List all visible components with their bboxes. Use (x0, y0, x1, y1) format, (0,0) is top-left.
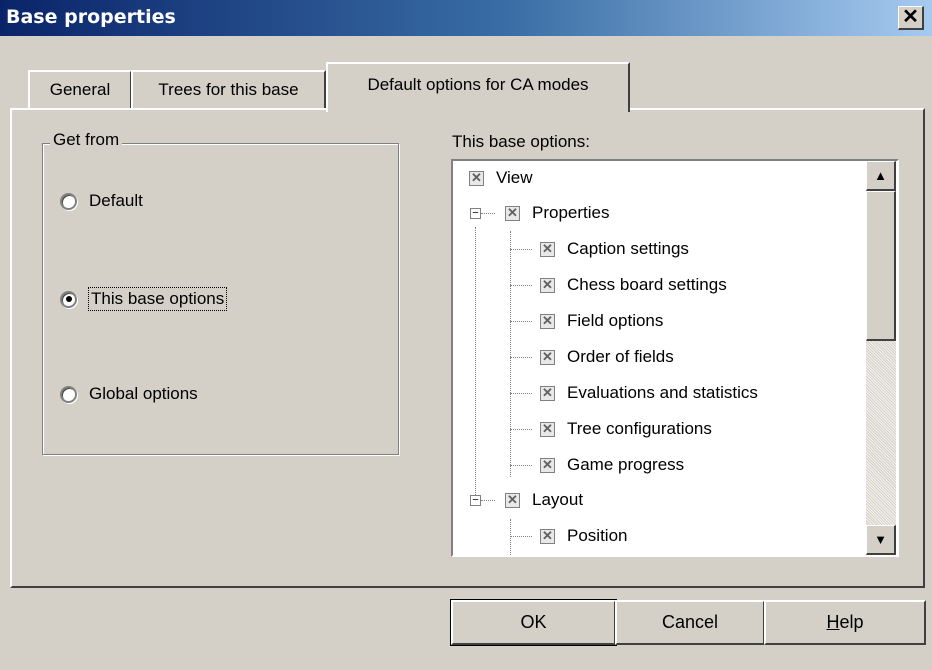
radio-button[interactable] (60, 192, 77, 210)
tree-line (510, 321, 532, 322)
collapse-icon[interactable]: − (470, 208, 481, 219)
radio-button[interactable] (60, 385, 77, 403)
window-title: Base properties (6, 6, 176, 28)
tree-line (481, 213, 495, 214)
radio-selected-dot (65, 296, 72, 302)
tree-item-label: Properties (532, 203, 610, 222)
tree-item-order-of-fields[interactable]: ✕ Order of fields (540, 340, 674, 374)
tab-label: Trees for this base (158, 80, 299, 99)
tree-item-caption-settings[interactable]: ✕ Caption settings (540, 232, 689, 266)
tab-label: General (49, 80, 111, 99)
tree-line (510, 519, 511, 555)
ok-button[interactable]: OK (450, 599, 617, 646)
tree-item-field-options[interactable]: ✕ Field options (540, 304, 663, 338)
radio-label: Default (89, 191, 143, 210)
checkbox-icon[interactable]: ✕ (540, 457, 555, 473)
tree-item-label: Chess board settings (567, 275, 727, 294)
tree-line (510, 465, 532, 466)
tab-label: Default options for CA modes (367, 75, 589, 94)
radio-label: This base options (87, 287, 228, 311)
tab-default-options-ca-modes[interactable]: Default options for CA modes (326, 62, 630, 112)
tree-line (475, 227, 476, 497)
tree-line (510, 231, 511, 477)
help-button-mnemonic: H (826, 612, 840, 632)
arrow-up-icon: ▲ (874, 168, 887, 183)
scroll-up-button[interactable]: ▲ (866, 161, 896, 191)
cancel-button[interactable]: Cancel (615, 600, 765, 645)
tree-item-label: Layout (532, 490, 584, 509)
close-button[interactable]: ✕ (898, 6, 924, 30)
checkbox-icon[interactable]: ✕ (540, 385, 555, 401)
tree-item-properties[interactable]: ✕ Properties (505, 196, 609, 230)
tree-scrollbar[interactable]: ▲ ▼ (866, 161, 896, 555)
checkbox-icon[interactable]: ✕ (540, 528, 555, 544)
checkbox-icon[interactable]: ✕ (540, 349, 555, 365)
tree-line (510, 429, 532, 430)
tree-item-game-progress[interactable]: ✕ Game progress (540, 448, 684, 482)
tree-item-position[interactable]: ✕ Position (540, 519, 627, 553)
checkbox-icon[interactable]: ✕ (505, 492, 520, 508)
tab-general[interactable]: General (28, 70, 132, 110)
checkbox-icon[interactable]: ✕ (505, 205, 520, 221)
tree-item-tree-configurations[interactable]: ✕ Tree configurations (540, 412, 712, 446)
tree-item-layout[interactable]: ✕ Layout (505, 483, 583, 517)
options-tree-label: This base options: (452, 132, 590, 151)
checkbox-icon[interactable]: ✕ (540, 421, 555, 437)
tree-line (510, 285, 532, 286)
tree-item-label: Position (567, 526, 628, 545)
tree-item-label: Field options (567, 311, 664, 330)
radio-label: Global options (89, 384, 198, 403)
collapse-icon[interactable]: − (470, 495, 481, 506)
tree-item-label: Caption settings (567, 239, 689, 258)
ok-button-label: OK (520, 612, 547, 632)
tree-line (510, 536, 532, 537)
cancel-button-label: Cancel (661, 612, 719, 632)
checkbox-icon[interactable]: ✕ (469, 170, 484, 186)
scroll-down-button[interactable]: ▼ (866, 525, 896, 555)
radio-button[interactable] (60, 290, 77, 308)
options-tree[interactable]: − − ✕ View ✕ Properties ✕ Caption settin… (451, 159, 899, 557)
tree-item-chess-board-settings[interactable]: ✕ Chess board settings (540, 268, 727, 302)
checkbox-icon[interactable]: ✕ (540, 277, 555, 293)
get-from-title: Get from (50, 130, 123, 150)
tree-item-label: Tree configurations (567, 419, 712, 438)
tree-line (510, 393, 532, 394)
radio-global-options[interactable]: Global options (60, 379, 198, 409)
tree-item-label: Game progress (567, 455, 685, 474)
tree-item-label: Evaluations and statistics (567, 383, 758, 402)
tree-item-label: Order of fields (567, 347, 674, 366)
title-bar: Base properties ✕ (0, 0, 932, 36)
tree-item-evaluations-and-statistics[interactable]: ✕ Evaluations and statistics (540, 376, 758, 410)
radio-this-base-options[interactable]: This base options (60, 284, 228, 314)
scroll-thumb[interactable] (866, 191, 896, 341)
tree-item-view[interactable]: ✕ View (469, 161, 533, 195)
radio-default[interactable]: Default (60, 186, 143, 216)
help-button-label: elp (839, 612, 864, 632)
close-icon: ✕ (902, 6, 919, 28)
arrow-down-icon: ▼ (874, 532, 887, 547)
help-button[interactable]: Help (764, 600, 926, 645)
checkbox-icon[interactable]: ✕ (540, 241, 555, 257)
tab-trees-for-this-base[interactable]: Trees for this base (131, 70, 326, 110)
tree-line (481, 500, 495, 501)
tree-line (510, 357, 532, 358)
checkbox-icon[interactable]: ✕ (540, 313, 555, 329)
tree-item-label: View (496, 168, 533, 187)
tree-line (510, 249, 532, 250)
